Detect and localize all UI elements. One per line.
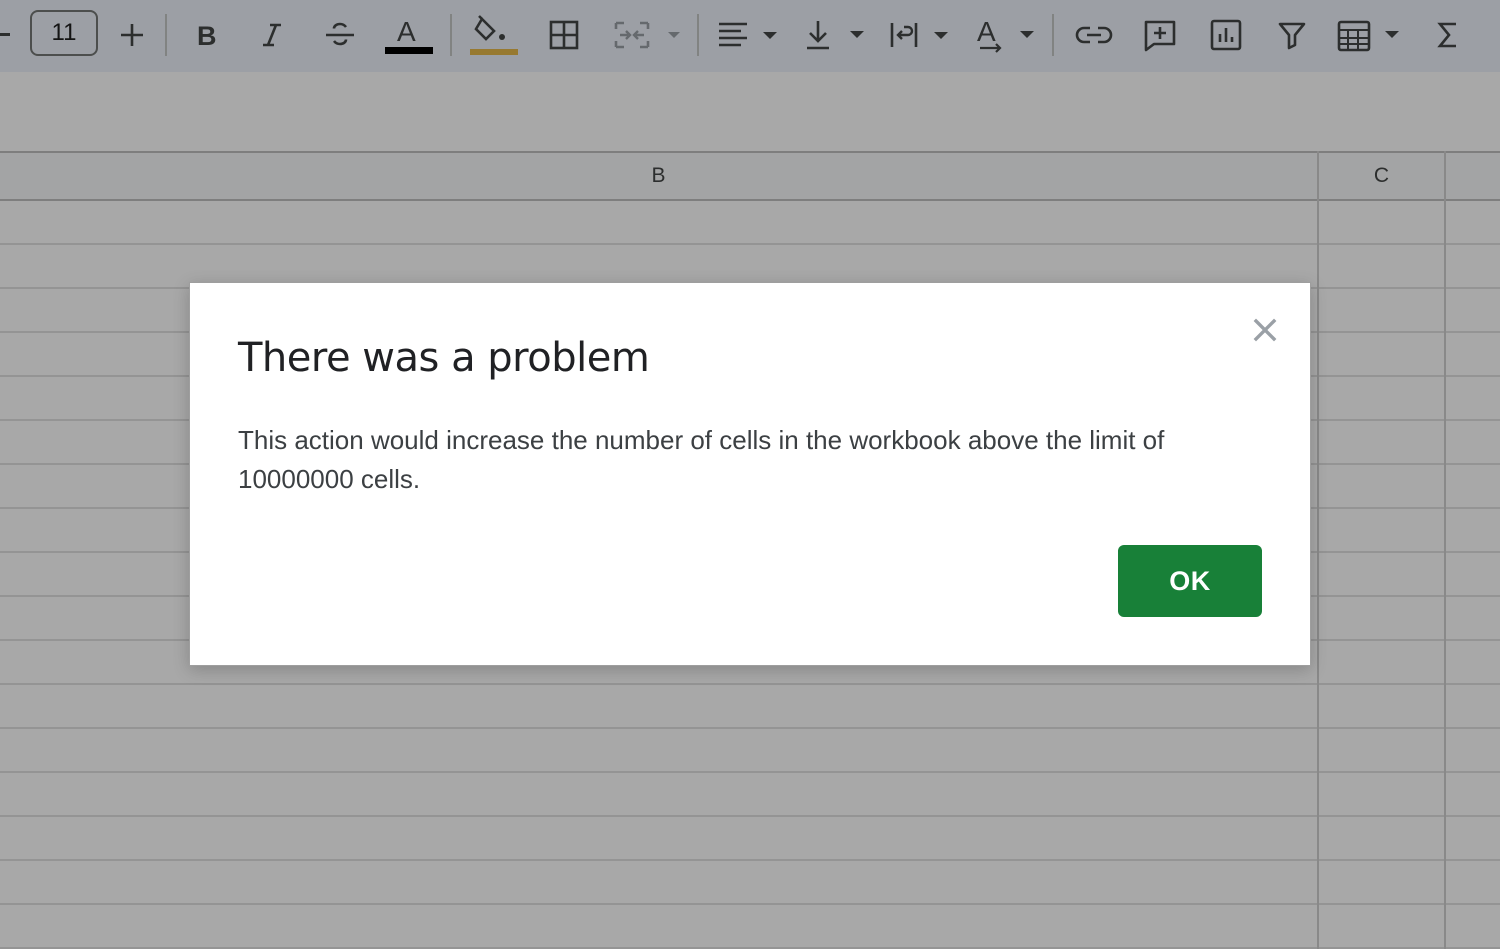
dialog-title: There was a problem (238, 335, 650, 381)
close-icon[interactable] (1248, 313, 1282, 347)
error-dialog: There was a problem This action would in… (189, 282, 1311, 666)
ok-button[interactable]: OK (1118, 545, 1262, 617)
dialog-message: This action would increase the number of… (238, 425, 1165, 494)
